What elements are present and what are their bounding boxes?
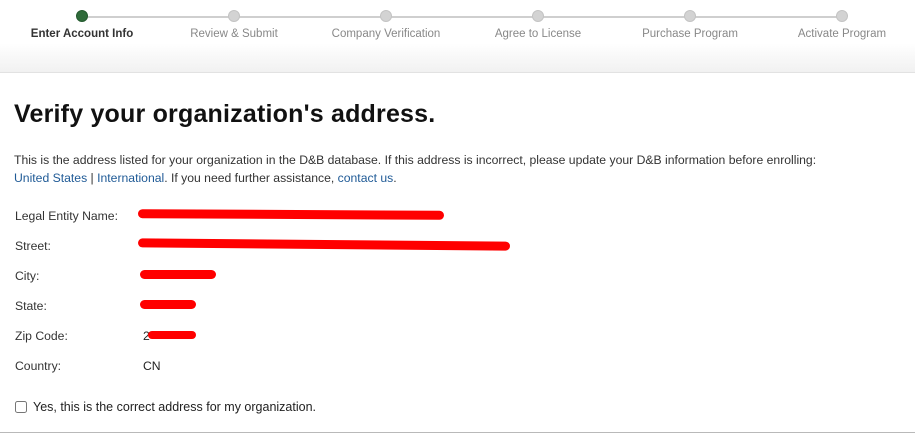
legal-entity-label: Legal Entity Name: [15,209,118,223]
confirm-address-label: Yes, this is the correct address for my … [33,400,317,414]
street-label: Street: [15,239,51,253]
progress-stepper: Enter Account Info Review & Submit Compa… [0,0,915,73]
confirm-address-row[interactable]: Yes, this is the correct address for my … [14,400,904,414]
step-company-verification: Company Verification [306,10,466,40]
city-label: City: [15,269,40,283]
redaction-mark [137,238,511,251]
link-separator: | [87,171,98,185]
assist-text: . If you need further assistance, [164,171,338,185]
redaction-mark [140,300,196,309]
step-current-dot-icon [76,10,88,22]
step-label: Review & Submit [190,28,278,40]
state-row: State: [14,296,904,326]
step-label: Purchase Program [642,28,738,40]
main-content: Verify your organization's address. This… [14,100,904,414]
step-purchase-program: Purchase Program [610,10,770,40]
legal-entity-row: Legal Entity Name: [14,206,904,236]
step-dot-icon [228,10,240,22]
address-details: Legal Entity Name: Street: City: State: … [14,206,904,386]
link-international[interactable]: International [97,171,164,185]
confirm-address-checkbox[interactable] [15,401,27,413]
step-dot-icon [836,10,848,22]
end-period: . [393,171,397,185]
step-dot-icon [684,10,696,22]
step-label: Enter Account Info [30,28,134,40]
step-label: Company Verification [331,28,441,40]
zip-label: Zip Code: [15,329,68,343]
zip-row: Zip Code: 2 [14,326,904,356]
step-enter-account-info: Enter Account Info [2,10,162,40]
step-activate-program: Activate Program [762,10,915,40]
redaction-mark [140,270,216,279]
bottom-divider [0,432,915,433]
country-label: Country: [15,359,62,373]
step-agree-to-license: Agree to License [458,10,618,40]
step-dot-icon [380,10,392,22]
country-value: CN [143,359,161,373]
page-title: Verify your organization's address. [14,100,436,128]
step-dot-icon [532,10,544,22]
country-row: Country: CN [14,356,904,386]
step-review-submit: Review & Submit [154,10,314,40]
state-label: State: [15,299,47,313]
redaction-mark [137,209,445,220]
street-row: Street: [14,236,904,266]
city-row: City: [14,266,904,296]
step-label: Agree to License [494,28,582,40]
step-label: Activate Program [797,28,887,40]
redaction-mark [148,331,196,339]
link-united-states[interactable]: United States [14,171,87,185]
intro-paragraph: This is the address listed for your orga… [14,151,904,187]
intro-text: This is the address listed for your orga… [14,153,817,167]
link-contact-us[interactable]: contact us [338,171,394,185]
